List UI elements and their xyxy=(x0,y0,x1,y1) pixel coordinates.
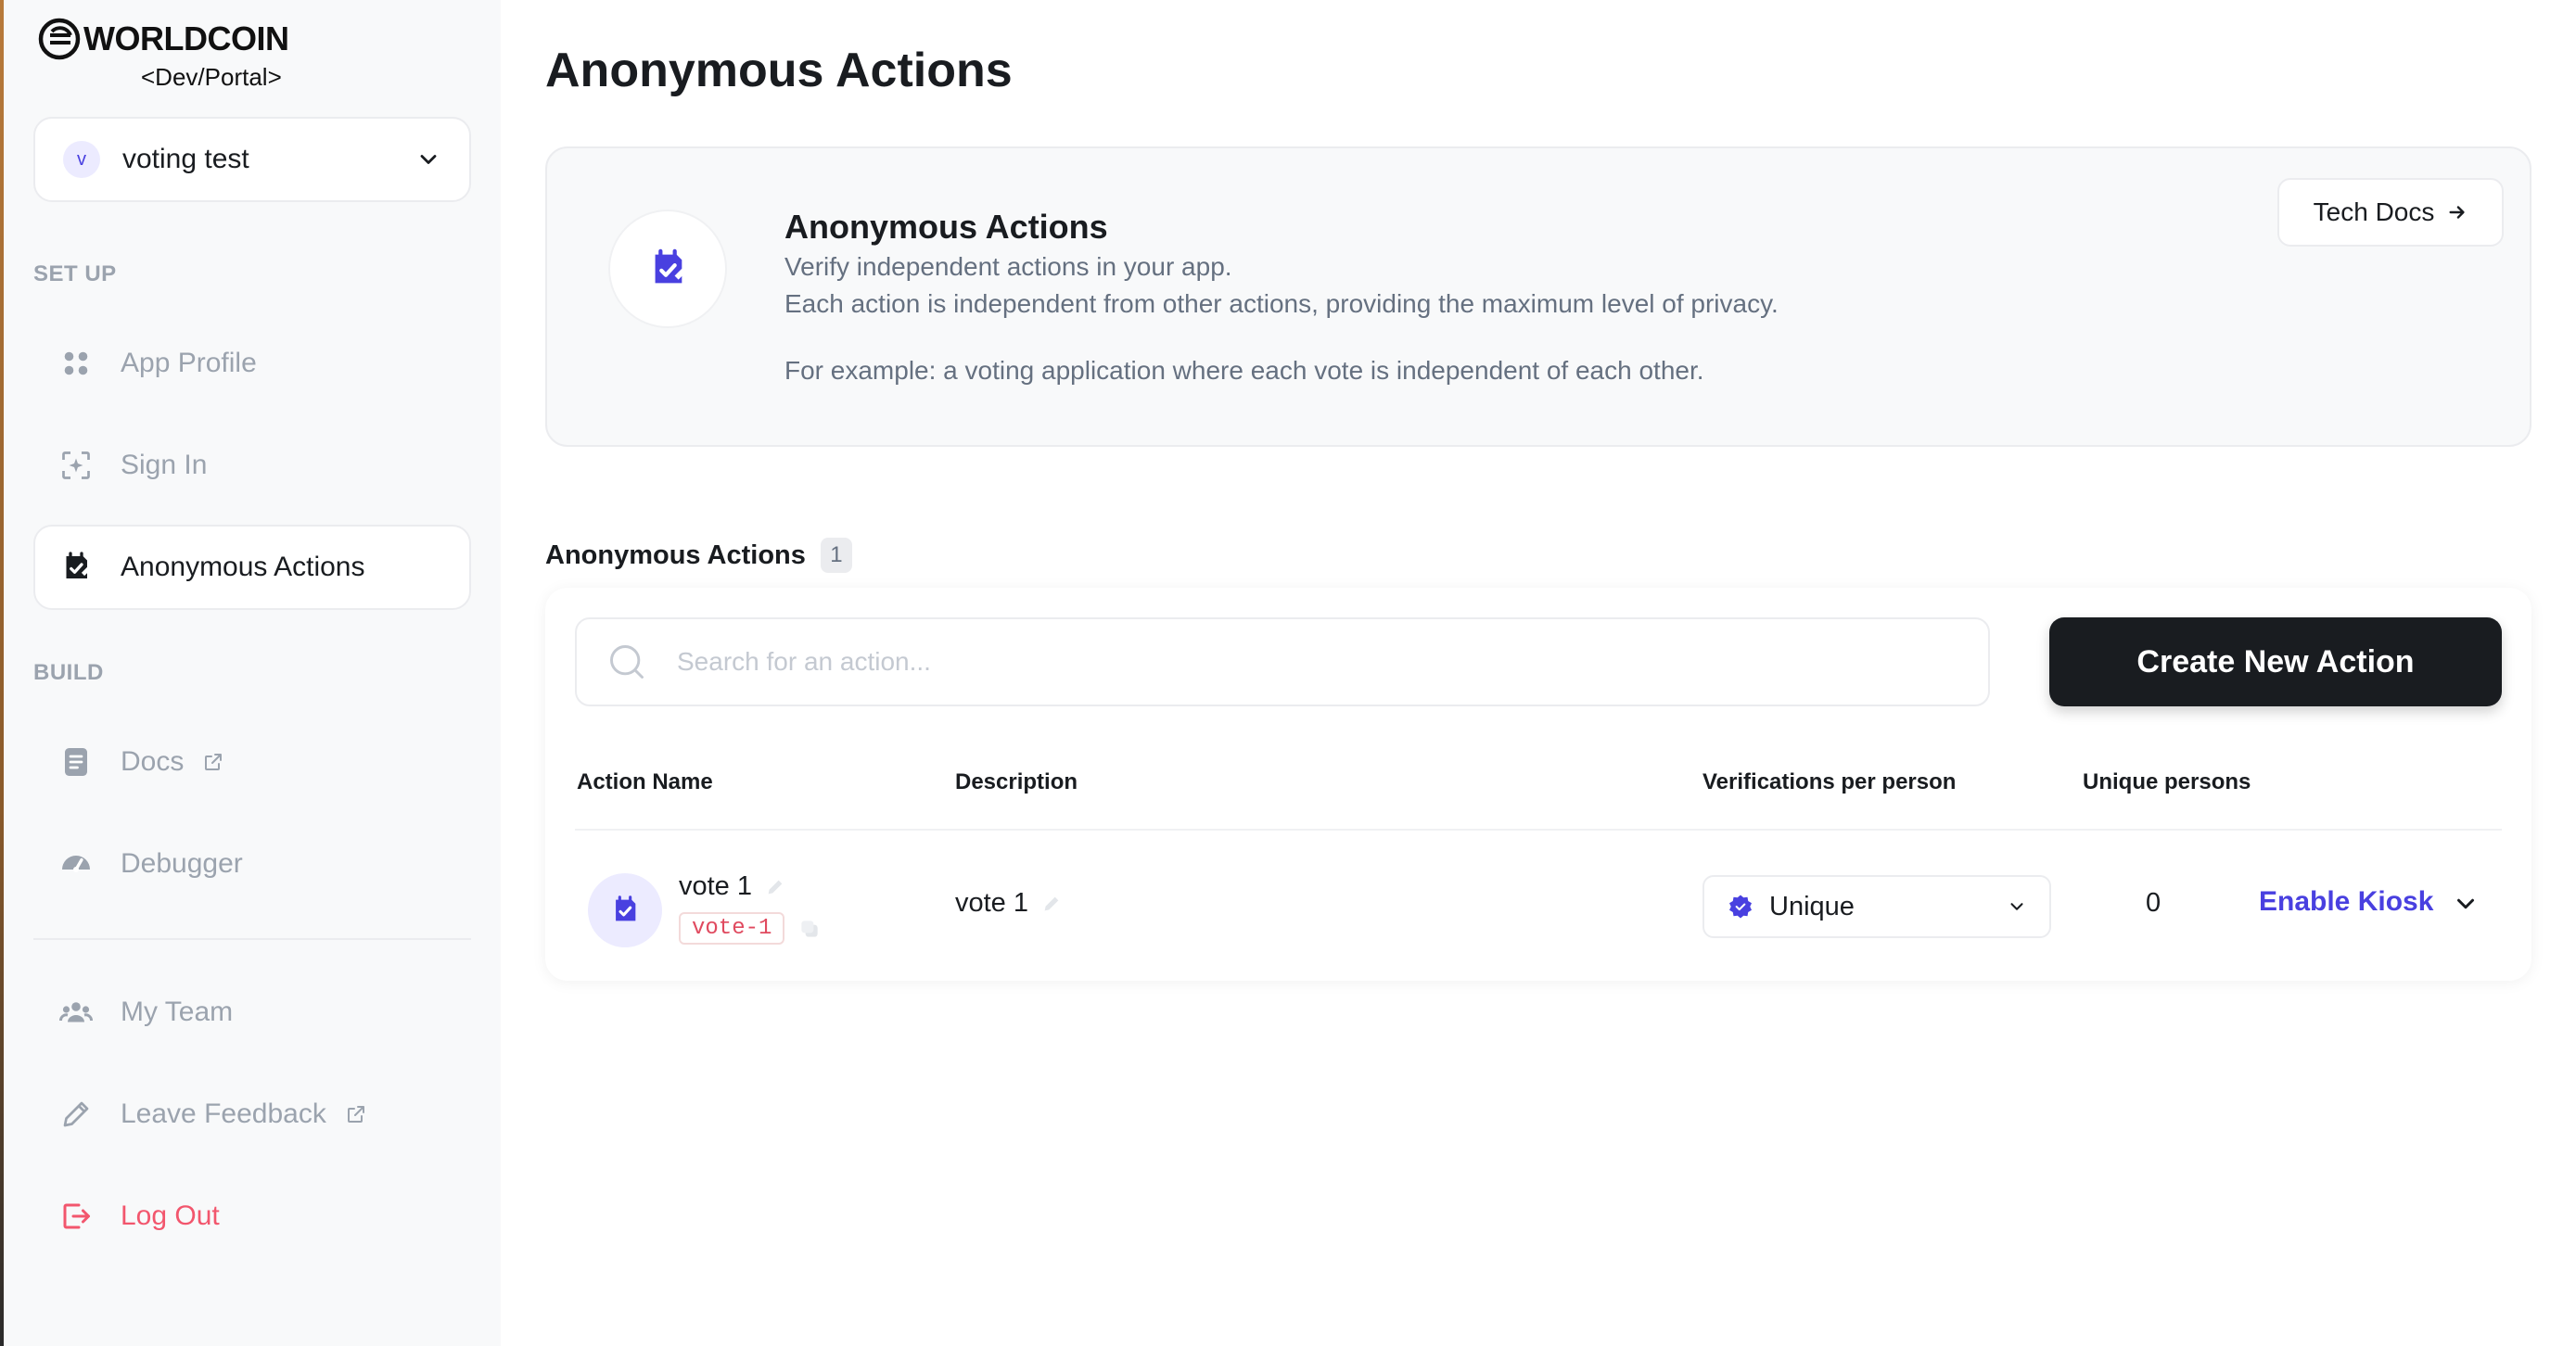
apps-icon xyxy=(64,351,88,375)
sidebar-item-my-team[interactable]: My Team xyxy=(33,970,471,1055)
verifications-select[interactable]: Unique xyxy=(1702,875,2051,938)
sidebar-item-label: My Team xyxy=(121,997,234,1027)
action-id-chip: vote-1 xyxy=(679,912,785,945)
actions-list-title: Anonymous Actions xyxy=(545,540,806,570)
actions-table: Create New Action Action Name Descriptio… xyxy=(545,588,2531,981)
sidebar-item-label: Leave Feedback xyxy=(121,1098,326,1129)
pencil-icon xyxy=(63,1101,89,1127)
actions-count-badge: 1 xyxy=(820,538,852,573)
sidebar-item-log-out[interactable]: Log Out xyxy=(33,1174,471,1259)
external-link-icon xyxy=(347,1106,364,1123)
anonymous-actions-icon xyxy=(655,248,686,284)
verified-badge-icon xyxy=(1729,895,1752,919)
debugger-icon xyxy=(62,856,90,872)
team-avatar: v xyxy=(63,141,100,178)
page-title: Anonymous Actions xyxy=(545,44,1013,97)
copy-icon[interactable] xyxy=(797,917,822,941)
arrow-right-icon xyxy=(2449,206,2465,219)
search-input[interactable] xyxy=(677,647,1882,677)
section-label-setup: SET UP xyxy=(33,261,117,286)
docs-icon xyxy=(65,748,87,776)
sidebar-item-sign-in[interactable]: Sign In xyxy=(33,423,471,508)
sidebar-item-label: App Profile xyxy=(121,348,257,378)
sidebar-item-docs[interactable]: Docs xyxy=(33,719,471,805)
create-new-action-button[interactable]: Create New Action xyxy=(2049,617,2502,706)
verifications-value: Unique xyxy=(1769,891,1855,921)
sidebar: WORLDCOIN <Dev/Portal> v voting test SET… xyxy=(4,0,501,1346)
action-row-icon xyxy=(588,873,662,947)
column-header-description: Description xyxy=(955,769,1078,794)
sidebar-item-label: Debugger xyxy=(121,848,243,879)
action-name-text: vote 1 xyxy=(679,871,752,901)
sign-in-icon xyxy=(62,451,90,479)
worldcoin-logo-icon xyxy=(38,18,81,60)
actions-list-heading: Anonymous Actions 1 xyxy=(545,538,852,573)
chevron-down-icon xyxy=(420,155,437,164)
sidebar-item-label: Sign In xyxy=(121,450,208,480)
brand-subtitle: <Dev/Portal> xyxy=(141,63,282,91)
team-icon xyxy=(59,1002,93,1022)
section-label-build: BUILD xyxy=(33,660,104,685)
sidebar-item-leave-feedback[interactable]: Leave Feedback xyxy=(33,1072,471,1157)
unique-persons-count: 0 xyxy=(2146,888,2162,918)
table-header-divider xyxy=(575,829,2502,831)
column-header-action-name: Action Name xyxy=(577,769,713,794)
external-link-icon xyxy=(205,754,223,770)
tech-docs-button[interactable]: Tech Docs xyxy=(2277,178,2504,247)
logout-icon xyxy=(63,1203,90,1229)
sidebar-item-label: Anonymous Actions xyxy=(121,552,365,582)
info-card-line3: For example: a voting application where … xyxy=(784,356,1704,385)
edit-name-pencil-icon[interactable] xyxy=(765,877,785,897)
action-name[interactable]: vote 1 xyxy=(679,871,785,902)
action-description[interactable]: vote 1 xyxy=(955,888,1062,919)
action-id: vote-1 xyxy=(679,912,822,945)
anonymous-actions-icon xyxy=(616,895,636,921)
chevron-down-icon xyxy=(2010,903,2023,910)
team-selector[interactable]: v voting test xyxy=(33,117,471,202)
sidebar-divider xyxy=(33,938,471,940)
tech-docs-label: Tech Docs xyxy=(2313,197,2435,226)
sidebar-item-label: Docs xyxy=(121,746,185,777)
sidebar-item-app-profile[interactable]: App Profile xyxy=(33,321,471,406)
search-icon xyxy=(610,645,644,679)
enable-kiosk-link[interactable]: Enable Kiosk xyxy=(2259,886,2433,918)
sidebar-item-debugger[interactable]: Debugger xyxy=(33,821,471,907)
team-name: voting test xyxy=(122,144,249,174)
info-card-line2: Each action is independent from other ac… xyxy=(784,289,1779,318)
action-search[interactable] xyxy=(575,617,1990,706)
sidebar-item-anonymous-actions[interactable]: Anonymous Actions xyxy=(33,525,471,610)
edit-description-pencil-icon[interactable] xyxy=(1041,894,1062,914)
info-card-icon xyxy=(608,210,727,328)
column-header-unique-persons: Unique persons xyxy=(2083,769,2251,794)
expand-row-chevron-icon[interactable] xyxy=(2452,890,2480,918)
anonymous-actions-icon xyxy=(66,552,91,578)
info-card-title: Anonymous Actions xyxy=(784,208,1108,246)
info-card-line1: Verify independent actions in your app. xyxy=(784,252,1232,281)
info-card: Anonymous Actions Verify independent act… xyxy=(545,146,2531,447)
action-description-text: vote 1 xyxy=(955,888,1028,918)
brand-logo[interactable]: WORLDCOIN <Dev/Portal> xyxy=(37,17,289,92)
sidebar-item-label: Log Out xyxy=(121,1200,220,1231)
column-header-verifications: Verifications per person xyxy=(1702,769,1957,794)
brand-wordmark: WORLDCOIN xyxy=(83,19,289,57)
